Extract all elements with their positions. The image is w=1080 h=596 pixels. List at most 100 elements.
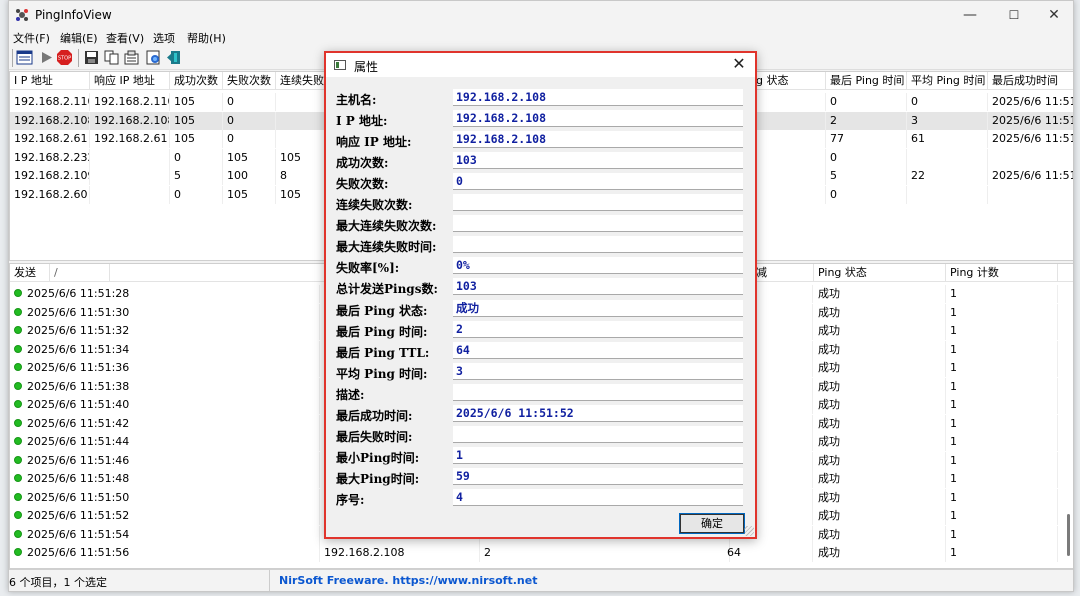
property-value-field[interactable]: 2 <box>453 320 743 338</box>
history-cell-status: 成功 <box>814 488 946 507</box>
property-value-field[interactable] <box>453 425 743 443</box>
property-value-field[interactable]: 192.168.2.108 <box>453 89 743 106</box>
column-header-last-success[interactable]: 最后成功时间 <box>988 72 1073 90</box>
column-header-response-ip[interactable]: 响应 IP 地址 <box>90 72 170 90</box>
save-icon[interactable] <box>83 49 100 66</box>
host-cell-last-ping: 0 <box>826 148 907 167</box>
host-cell-status <box>752 148 826 167</box>
column-header-ping-status[interactable]: g 状态 <box>752 72 826 90</box>
property-row: 最后 Ping 状态: 成功 <box>336 299 746 320</box>
column-header-avg-ping[interactable]: 平均 Ping 时间 <box>907 72 988 90</box>
host-cell-last-success: 2025/6/6 11:51:5 <box>988 112 1073 130</box>
menu-options[interactable]: 选项 <box>153 30 175 46</box>
property-value-field[interactable] <box>453 383 743 401</box>
html-report-icon[interactable] <box>145 49 162 66</box>
property-value-field[interactable] <box>453 215 743 233</box>
nirsoft-link[interactable]: NirSoft Freeware. https://www.nirsoft.ne… <box>279 574 537 587</box>
status-dot-icon <box>14 474 22 482</box>
history-row[interactable]: 2025/6/6 11:51:56 192.168.2.108 2 64 成功 1 <box>10 544 1073 563</box>
host-cell-status <box>752 130 826 148</box>
host-cell-success: 105 <box>170 130 223 148</box>
stop-icon[interactable]: STOP <box>56 49 73 66</box>
column-header-fail[interactable]: 失败次数 <box>223 72 276 90</box>
history-cell-sent: 2025/6/6 11:51:40 <box>10 396 320 414</box>
property-row: 最后 Ping 时间: 2 <box>336 320 746 341</box>
host-cell-ip: 192.168.2.60 <box>10 185 90 204</box>
status-dot-icon <box>14 289 22 297</box>
column-header-last-ping[interactable]: 最后 Ping 时间 <box>826 72 907 90</box>
property-row: 最后 Ping TTL: 64 <box>336 341 746 362</box>
host-cell-resp-ip <box>90 148 170 167</box>
history-cell-count: 1 <box>946 525 1058 544</box>
host-cell-ip: 192.168.2.108 <box>10 111 90 130</box>
properties-icon[interactable] <box>123 49 140 66</box>
property-value-field[interactable]: 103 <box>453 278 743 296</box>
host-cell-success: 5 <box>170 167 223 185</box>
dialog-close-icon[interactable]: ✕ <box>729 54 749 74</box>
exit-icon[interactable] <box>165 49 182 66</box>
history-sent-time: 2025/6/6 11:51:44 <box>27 435 130 448</box>
property-value-field[interactable]: 192.168.2.108 <box>453 131 743 149</box>
property-value-field[interactable] <box>453 236 743 254</box>
column-header-sent[interactable]: 发送 <box>10 264 50 282</box>
property-value-field[interactable]: 192.168.2.108 <box>453 110 743 128</box>
property-label: 总计发送Pings数: <box>336 282 438 297</box>
host-cell-avg-ping: 22 <box>907 167 988 185</box>
history-vertical-scrollbar[interactable] <box>1067 514 1070 556</box>
host-cell-fail: 0 <box>223 130 276 148</box>
play-icon[interactable] <box>38 49 55 66</box>
property-value-field[interactable]: 3 <box>453 362 743 380</box>
column-header-ping-status[interactable]: Ping 状态 <box>814 264 946 282</box>
status-dot-icon <box>14 326 22 334</box>
history-cell-status: 成功 <box>814 377 946 396</box>
history-cell-status: 成功 <box>814 451 946 470</box>
property-value-field[interactable]: 64 <box>453 341 743 359</box>
property-value-field[interactable]: 2025/6/6 11:51:52 <box>453 404 743 422</box>
property-value-field[interactable]: 0% <box>453 257 743 275</box>
host-cell-last-ping: 5 <box>826 167 907 185</box>
host-cell-success: 105 <box>170 111 223 130</box>
menu-help[interactable]: 帮助(H) <box>187 30 226 46</box>
menu-view[interactable]: 查看(V) <box>106 30 144 46</box>
column-header-ping-count[interactable]: Ping 计数 <box>946 264 1058 282</box>
status-dot-icon <box>14 437 22 445</box>
property-value-field[interactable]: 1 <box>453 446 743 464</box>
column-header-ttl[interactable]: 减 <box>752 264 814 282</box>
history-cell-count: 1 <box>946 544 1058 562</box>
column-header-success[interactable]: 成功次数 <box>170 72 223 90</box>
history-cell-sent: 2025/6/6 11:51:44 <box>10 433 320 451</box>
host-cell-status <box>752 167 826 185</box>
history-cell-status: 成功 <box>814 544 946 562</box>
status-dot-icon <box>14 529 22 538</box>
column-header-ip[interactable]: I P 地址 <box>10 72 90 90</box>
property-value-field[interactable]: 0 <box>453 173 743 191</box>
history-cell-sent: 2025/6/6 11:51:32 <box>10 322 320 340</box>
host-cell-ip: 192.168.2.232 <box>10 148 90 167</box>
property-value-field[interactable]: 4 <box>453 488 743 506</box>
history-cell-sent: 2025/6/6 11:51:36 <box>10 359 320 377</box>
property-row: 最后失败时间: <box>336 425 746 446</box>
property-value-field[interactable] <box>453 194 743 212</box>
history-cell-count: 1 <box>946 340 1058 359</box>
history-sent-time: 2025/6/6 11:51:56 <box>27 546 130 559</box>
history-sent-time: 2025/6/6 11:51:46 <box>27 453 130 467</box>
menu-file[interactable]: 文件(F) <box>13 30 50 46</box>
host-cell-last-ping: 2 <box>826 111 907 130</box>
property-value-field[interactable]: 成功 <box>453 299 743 317</box>
ok-button[interactable]: 确定 <box>679 513 745 534</box>
minimize-button[interactable]: — <box>951 1 989 29</box>
history-cell-sent: 2025/6/6 11:51:38 <box>10 377 320 396</box>
history-cell-status: 成功 <box>814 507 946 525</box>
property-value-field[interactable]: 103 <box>453 152 743 170</box>
history-cell-sent: 2025/6/6 11:51:54 <box>10 525 320 544</box>
copy-icon[interactable] <box>103 49 120 66</box>
host-cell-last-ping: 0 <box>826 185 907 204</box>
property-value-field[interactable]: 59 <box>453 467 743 485</box>
status-dot-icon <box>14 511 22 519</box>
resize-grip-icon[interactable] <box>744 526 754 536</box>
maximize-button[interactable]: ☐ <box>995 1 1033 29</box>
list-icon[interactable] <box>16 49 33 66</box>
menu-edit[interactable]: 编辑(E) <box>60 30 98 46</box>
history-cell-status: 成功 <box>814 525 946 544</box>
close-button[interactable]: ✕ <box>1035 1 1073 29</box>
